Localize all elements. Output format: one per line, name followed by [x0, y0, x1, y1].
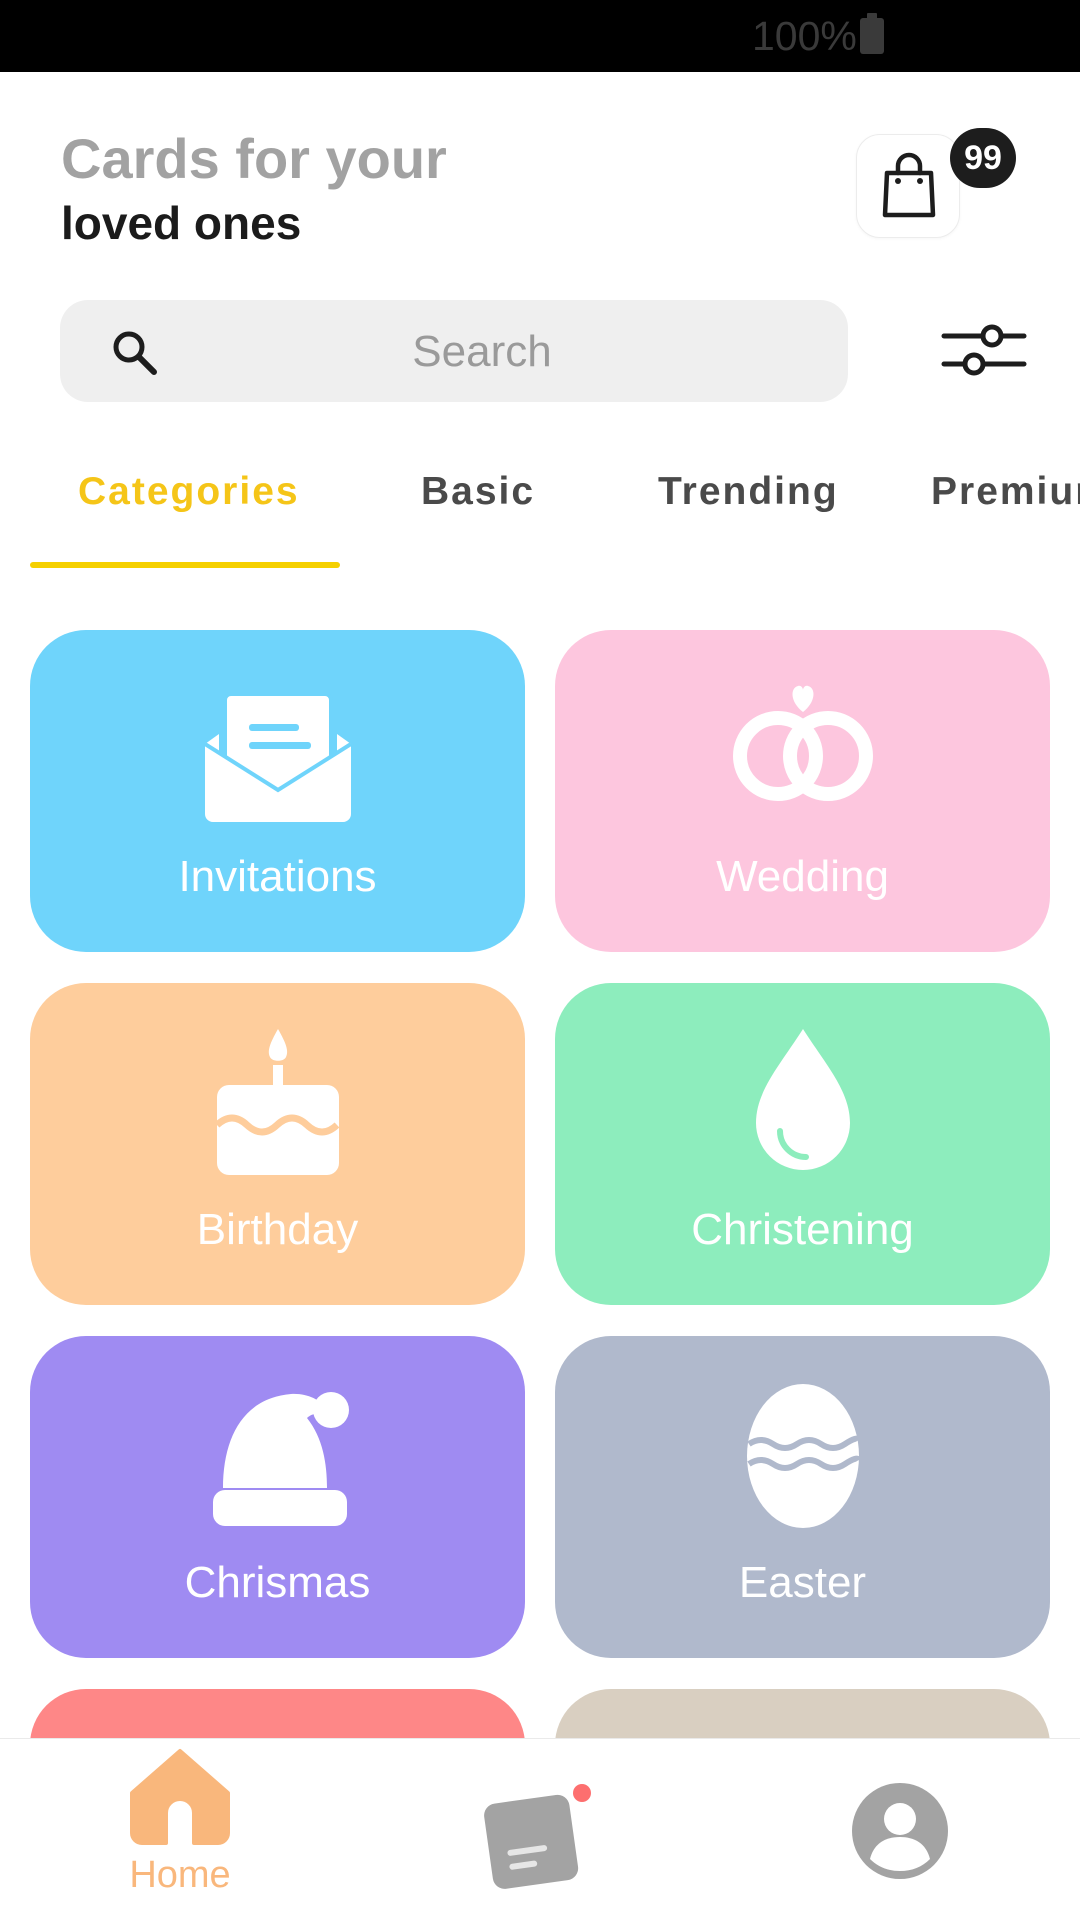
nav-cards[interactable] — [474, 1777, 594, 1897]
shopping-bag-icon — [882, 152, 936, 218]
battery-percentage: 100% — [752, 13, 857, 59]
category-card-invitations[interactable]: Invitations — [30, 630, 525, 952]
page-title: Cards for your — [61, 127, 447, 190]
category-label: Invitations — [178, 852, 377, 901]
active-tab-indicator — [30, 562, 340, 568]
cart-button[interactable] — [856, 134, 960, 238]
category-label: Wedding — [716, 852, 889, 901]
category-card-partial-left[interactable] — [30, 1689, 525, 1740]
bottom-navigation: Home — [0, 1738, 1080, 1921]
easter-egg-icon — [746, 1384, 862, 1528]
tab-trending[interactable]: Trending — [658, 470, 839, 514]
category-card-wedding[interactable]: Wedding — [555, 630, 1050, 952]
filter-button[interactable] — [940, 318, 1028, 384]
category-card-birthday[interactable]: Birthday — [30, 983, 525, 1305]
profile-icon — [852, 1783, 948, 1879]
category-label: Birthday — [196, 1205, 359, 1254]
search-bar[interactable] — [60, 300, 848, 404]
sliders-icon — [941, 324, 1027, 376]
category-card-partial-right[interactable] — [555, 1689, 1050, 1740]
home-icon — [130, 1749, 230, 1845]
search-input[interactable] — [190, 300, 774, 404]
category-tabs: Categories Basic Trending Premium — [0, 456, 1080, 576]
cart-count-badge: 99 — [950, 128, 1016, 188]
category-label: Christening — [691, 1205, 914, 1254]
category-card-easter[interactable]: Easter — [555, 1336, 1050, 1658]
rings-icon — [732, 685, 873, 801]
envelope-icon — [204, 692, 351, 822]
status-bar: 100% — [0, 0, 1080, 72]
nav-home-label: Home — [129, 1854, 231, 1896]
category-label: Chrismas — [184, 1558, 371, 1607]
page-subtitle: loved ones — [61, 197, 302, 249]
category-card-christening[interactable]: Christening — [555, 983, 1050, 1305]
santa-hat-icon — [212, 1392, 349, 1526]
nav-profile[interactable] — [848, 1779, 952, 1883]
battery-icon — [860, 13, 884, 54]
card-notification-icon — [484, 1784, 591, 1889]
category-label: Easter — [738, 1558, 867, 1607]
tab-basic[interactable]: Basic — [421, 470, 535, 514]
category-grid: Invitations Wedding Birthday Christening — [0, 630, 1080, 1740]
nav-home[interactable]: Home — [80, 1747, 280, 1897]
tab-categories[interactable]: Categories — [78, 470, 300, 514]
drop-icon — [755, 1029, 850, 1170]
category-card-chrismas[interactable]: Chrismas — [30, 1336, 525, 1658]
tab-premium[interactable]: Premium — [931, 470, 1080, 514]
search-icon — [113, 331, 157, 375]
cake-icon — [214, 1029, 339, 1175]
